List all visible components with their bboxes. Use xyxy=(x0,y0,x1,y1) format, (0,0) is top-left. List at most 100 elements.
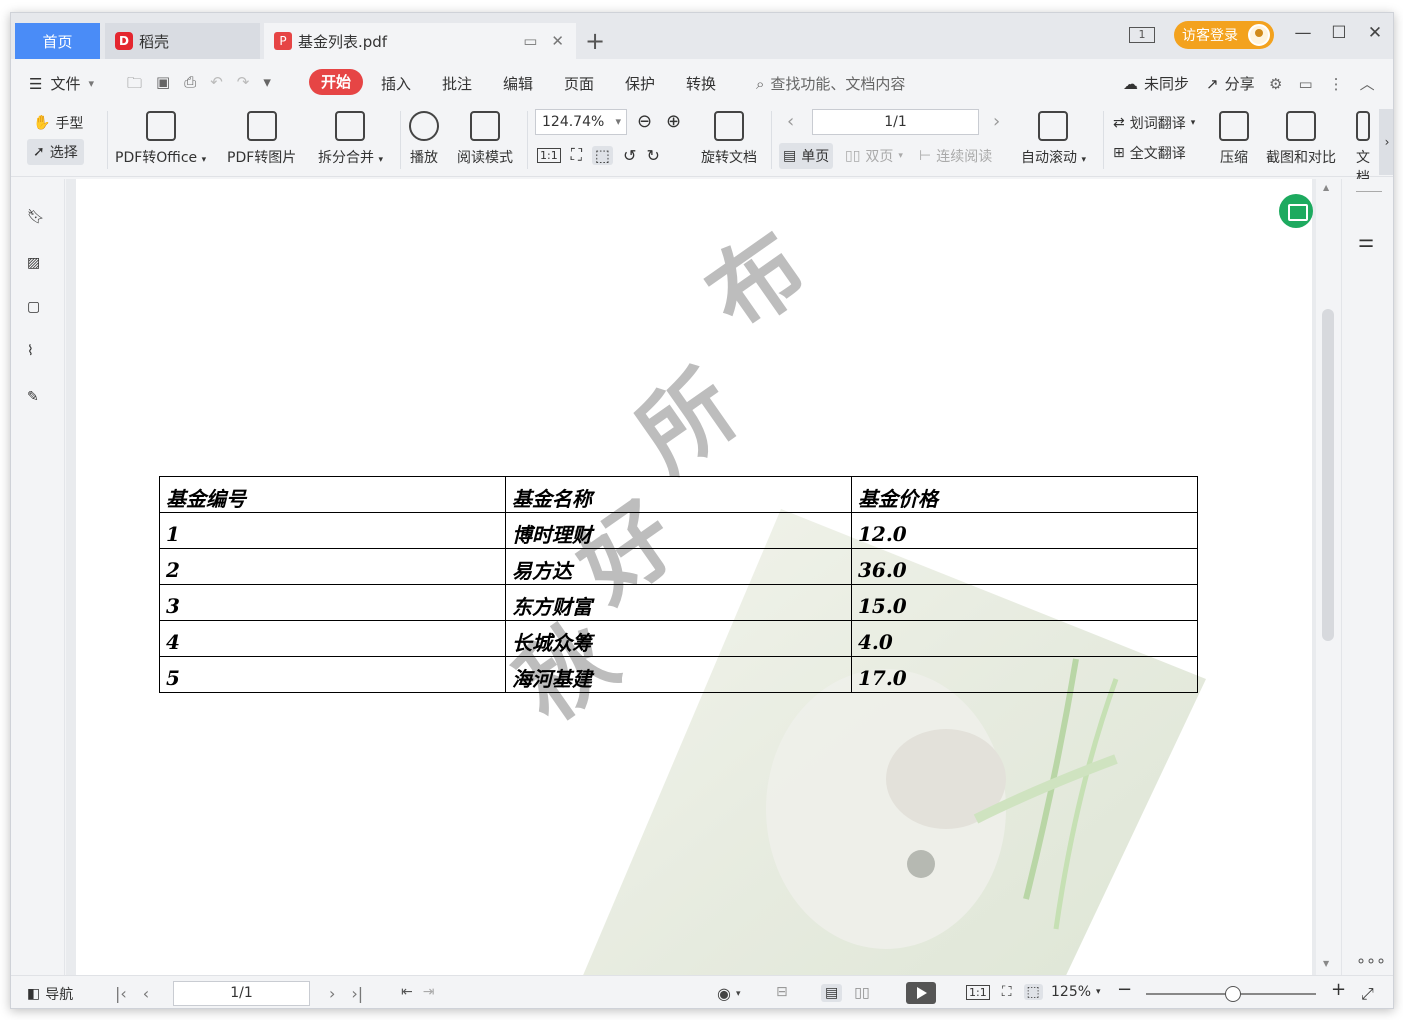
menu-tab-edit[interactable]: 编辑 xyxy=(503,73,533,94)
slideshow-play-button[interactable] xyxy=(906,982,936,1004)
word-translate-button[interactable]: ⇄ 划词翻译 ▾ xyxy=(1113,113,1195,133)
attachment-icon[interactable]: ⌇ xyxy=(27,343,47,363)
save-icon[interactable]: ▣ xyxy=(156,73,170,98)
forward-icon[interactable]: ⇥ xyxy=(423,984,435,1000)
previous-page-icon[interactable]: ‹ xyxy=(143,984,149,1003)
navigation-button[interactable]: ◧ 导航 xyxy=(27,984,73,1004)
back-icon[interactable]: ⇤ xyxy=(401,984,413,1000)
menu-tab-protect[interactable]: 保护 xyxy=(625,73,655,94)
double-page-view-icon[interactable]: ▯▯ xyxy=(854,985,869,1001)
first-page-icon[interactable]: |‹ xyxy=(115,984,127,1003)
gear-icon[interactable]: ⚙ xyxy=(1269,75,1282,93)
previous-page-icon[interactable]: ‹ xyxy=(787,111,794,132)
comment-panel-icon[interactable]: ▢ xyxy=(27,299,47,319)
zoom-slider-knob[interactable] xyxy=(1225,986,1241,1002)
zoom-level-dropdown[interactable]: 125% ▾ xyxy=(1051,984,1101,1000)
zoom-in-icon[interactable]: ⊕ xyxy=(666,111,681,132)
more-horizontal-icon[interactable]: ∘∘∘ xyxy=(1356,951,1386,970)
sync-status[interactable]: ☁ 未同步 xyxy=(1123,73,1189,94)
customize-icon[interactable]: ▾ xyxy=(263,73,271,98)
close-tab-icon[interactable]: ✕ xyxy=(551,32,564,50)
print-icon[interactable]: ⎙ xyxy=(184,73,196,98)
fund-table: 基金编号 基金名称 基金价格 1 博时理财 12.0 2 易方达 36.0 3 … xyxy=(159,476,1198,693)
fit-width-icon[interactable]: ⬚ xyxy=(1023,984,1043,1000)
open-folder-icon[interactable]: 🗀 xyxy=(127,73,142,98)
split-merge-button[interactable]: 拆分合并 ▾ xyxy=(318,111,383,167)
thumbnail-icon[interactable]: ▨ xyxy=(27,255,47,275)
add-tab-icon[interactable]: + xyxy=(585,27,605,55)
login-button[interactable]: 访客登录 xyxy=(1174,21,1274,49)
fit-page-icon[interactable]: ⛶ xyxy=(1002,984,1012,1000)
status-page-input[interactable]: 1/1 xyxy=(173,981,310,1006)
zoom-in-icon[interactable]: + xyxy=(1331,979,1346,1000)
single-page-button[interactable]: ▤ 单页 xyxy=(779,143,834,169)
menu-tab-start[interactable]: 开始 xyxy=(309,69,363,95)
more-ribbon-button[interactable]: 文档 xyxy=(1356,111,1380,187)
scroll-down-icon[interactable]: ▼ xyxy=(1323,959,1329,968)
pdf-to-office-button[interactable]: PDF转Office ▾ xyxy=(115,111,206,167)
file-menu[interactable]: ☰ 文件 ▾ xyxy=(29,73,94,94)
page-indicator-icon[interactable]: 1 xyxy=(1129,27,1155,43)
more-vertical-icon[interactable]: ⋮ xyxy=(1329,75,1344,93)
collapse-ribbon-icon[interactable]: ︿ xyxy=(1360,73,1375,94)
hand-tool-button[interactable]: ✋ 手型 xyxy=(33,113,83,133)
continuous-read-button[interactable]: ⊢ 连续阅读 xyxy=(919,146,992,166)
actual-size-icon[interactable]: 1:1 xyxy=(966,984,990,1000)
document-viewport[interactable]: 布 所 好 秋 基金编号 基金名称 基金价格 1 博时理财 12.0 2 易方达 xyxy=(66,179,1316,975)
vertical-scrollbar[interactable]: ▲ ▼ xyxy=(1316,179,1338,975)
rotate-document-button[interactable]: 旋转文档 xyxy=(701,111,757,167)
menu-tab-convert[interactable]: 转换 xyxy=(686,73,716,94)
undo-icon[interactable]: ↶ xyxy=(210,73,223,98)
close-window-icon[interactable]: ✕ xyxy=(1357,23,1393,43)
zoom-out-icon[interactable]: − xyxy=(1117,979,1132,1000)
scroll-up-icon[interactable]: ▲ xyxy=(1323,183,1329,192)
sliders-icon[interactable]: ⚌ xyxy=(1358,231,1374,252)
read-mode-button[interactable]: 阅读模式 xyxy=(457,111,513,167)
full-translate-button[interactable]: ⊞ 全文翻译 xyxy=(1113,143,1186,163)
zoom-combo[interactable]: 124.74% ▾ xyxy=(535,109,627,135)
auto-scroll-button[interactable]: 自动滚动 ▾ xyxy=(1021,111,1086,167)
feature-search[interactable]: ⌕ 查找功能、文档内容 xyxy=(756,73,905,94)
fit-width-icon[interactable]: ⬚ xyxy=(591,145,614,165)
drag-handle-icon[interactable] xyxy=(1356,191,1382,192)
hand-icon: ✋ xyxy=(33,115,51,131)
share-button[interactable]: ↗ 分享 xyxy=(1206,73,1255,94)
page-input[interactable]: 1/1 xyxy=(812,109,979,135)
redo-icon[interactable]: ↷ xyxy=(237,73,250,98)
fullscreen-icon[interactable]: ⤢ xyxy=(1361,984,1374,1004)
tab-home[interactable]: 首页 xyxy=(15,23,100,59)
pdf-to-image-button[interactable]: PDF转图片 xyxy=(227,111,296,167)
table-cell: 博时理财 xyxy=(505,512,852,549)
zoom-out-icon[interactable]: ⊖ xyxy=(637,111,652,132)
fit-page-icon[interactable]: ⛶ xyxy=(571,145,582,165)
menu-tab-page[interactable]: 页面 xyxy=(564,73,594,94)
chevron-down-icon: ▾ xyxy=(1096,987,1101,997)
rotate-left-icon[interactable]: ↺ xyxy=(623,146,636,165)
last-page-icon[interactable]: ›| xyxy=(351,984,363,1003)
screenshot-compare-button[interactable]: 截图和对比 xyxy=(1266,111,1336,167)
table-extract-button[interactable] xyxy=(1279,194,1313,228)
menu-tab-annotate[interactable]: 批注 xyxy=(442,73,472,94)
eye-protection-button[interactable]: ◉ ▾ xyxy=(717,984,741,1003)
single-page-view-icon[interactable]: ▤ xyxy=(821,984,843,1002)
next-page-icon[interactable]: › xyxy=(993,111,1000,132)
minimize-icon[interactable]: — xyxy=(1285,23,1321,43)
rotate-right-icon[interactable]: ↻ xyxy=(646,146,659,165)
next-page-icon[interactable]: › xyxy=(329,984,335,1003)
scrollbar-thumb[interactable] xyxy=(1322,309,1334,641)
menu-tab-insert[interactable]: 插入 xyxy=(381,73,411,94)
play-button[interactable]: 播放 xyxy=(409,111,439,167)
tab-pdf-document[interactable]: P 基金列表.pdf ▭ ✕ xyxy=(264,23,576,59)
actual-size-icon[interactable]: 1:1 xyxy=(537,147,561,163)
bookmark-icon[interactable]: 🔖︎ xyxy=(27,209,47,229)
monitor-icon[interactable]: ▭ xyxy=(523,32,537,50)
maximize-icon[interactable]: ☐ xyxy=(1321,23,1357,43)
tab-docer[interactable]: D 稻壳 xyxy=(105,23,260,59)
compress-button[interactable]: 压缩 xyxy=(1219,111,1249,167)
signature-icon[interactable]: ✎ xyxy=(27,389,47,409)
continuous-view-icon[interactable]: ⊟ xyxy=(776,984,788,1000)
comment-icon[interactable]: ▭ xyxy=(1298,75,1312,93)
double-page-button[interactable]: ▯▯ 双页 ▾ xyxy=(845,146,903,166)
ribbon-scroll-right-icon[interactable]: › xyxy=(1379,109,1393,175)
select-tool-button[interactable]: ➚ 选择 xyxy=(27,139,84,165)
